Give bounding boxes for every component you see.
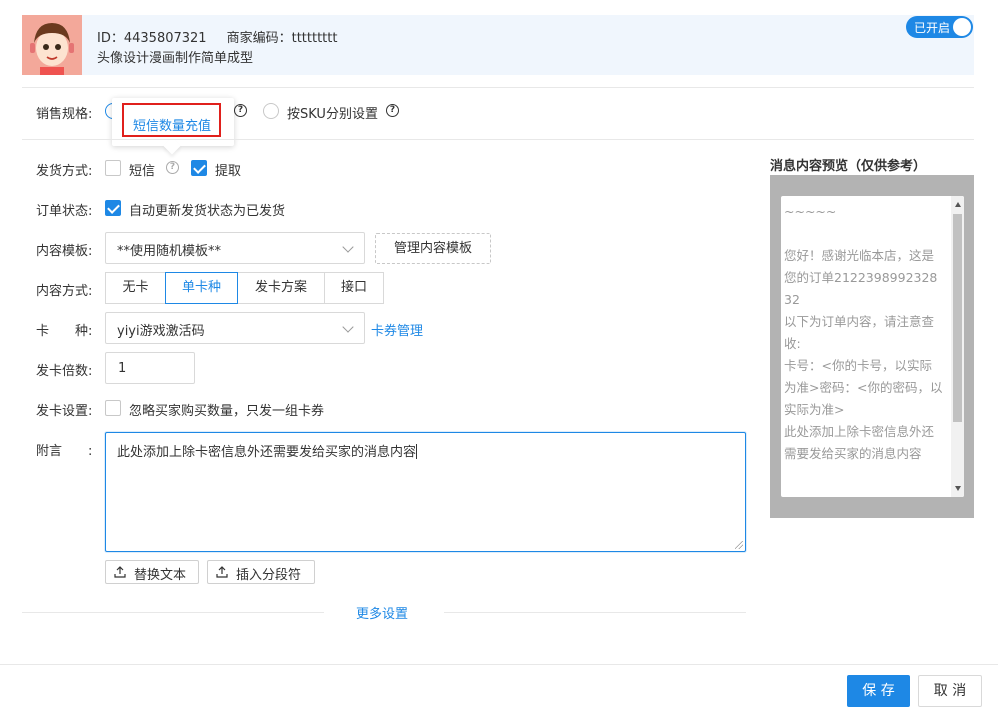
method-option-no-card[interactable]: 无卡 bbox=[105, 272, 166, 304]
preview-scrollbar[interactable] bbox=[951, 196, 964, 497]
merchant-code-label: 商家编码： bbox=[226, 31, 292, 46]
method-option-single-card[interactable]: 单卡种 bbox=[165, 272, 238, 304]
upload-icon bbox=[114, 566, 126, 578]
product-id-line: ID：4435807321 商家编码：ttttttttt bbox=[97, 27, 337, 46]
coupon-manage-link[interactable]: 卡券管理 bbox=[371, 320, 423, 339]
message-preview-text: ~~~~~ 您好！感谢光临本店，这是您的订单212239899232832 以下… bbox=[784, 204, 943, 461]
divider bbox=[22, 87, 974, 88]
card-type-value: yiyi游戏激活码 bbox=[117, 324, 205, 339]
divider bbox=[444, 612, 746, 613]
note-textarea[interactable]: 此处添加上除卡密信息外还需要发给买家的消息内容 bbox=[105, 432, 746, 552]
help-icon[interactable]: ? bbox=[234, 104, 247, 117]
method-option-api[interactable]: 接口 bbox=[324, 272, 384, 304]
sales-spec-label: 销售规格: bbox=[36, 107, 93, 122]
product-header: ID：4435807321 商家编码：ttttttttt 头像设计漫画制作简单成型… bbox=[22, 15, 974, 75]
chevron-down-icon bbox=[342, 321, 354, 333]
text-caret bbox=[416, 444, 418, 459]
insert-separator-button[interactable]: 插入分段符 bbox=[207, 560, 315, 584]
card-multiplier-input[interactable]: 1 bbox=[105, 352, 195, 384]
card-multiplier-value: 1 bbox=[118, 361, 127, 376]
content-template-label: 内容模板: bbox=[36, 244, 93, 259]
insert-separator-label: 插入分段符 bbox=[236, 568, 302, 583]
sms-label: 短信 bbox=[129, 164, 156, 179]
replace-text-button[interactable]: 替换文本 bbox=[105, 560, 199, 584]
product-name: 头像设计漫画制作简单成型 bbox=[97, 51, 254, 66]
card-type-select[interactable]: yiyi游戏激活码 bbox=[105, 312, 365, 344]
manage-template-button[interactable]: 管理内容模板 bbox=[375, 233, 491, 264]
status-toggle[interactable]: 已开启 bbox=[906, 16, 973, 38]
merchant-code-value: ttttttttt bbox=[291, 31, 338, 46]
note-value: 此处添加上除卡密信息外还需要发给买家的消息内容 bbox=[117, 445, 417, 460]
divider bbox=[22, 612, 324, 613]
chevron-down-icon bbox=[342, 241, 354, 253]
order-status-label: 订单状态: bbox=[36, 204, 93, 219]
id-value: 4435807321 bbox=[123, 31, 207, 46]
card-type-label: 卡 种: bbox=[36, 324, 93, 339]
cancel-button[interactable]: 取 消 bbox=[918, 675, 982, 707]
popover-arrow bbox=[163, 137, 181, 155]
upload-icon bbox=[216, 566, 228, 578]
message-preview-panel: ~~~~~ 您好！感谢光临本店，这是您的订单212239899232832 以下… bbox=[770, 175, 974, 518]
preview-title: 消息内容预览（仅供参考） bbox=[770, 159, 927, 174]
divider bbox=[22, 139, 974, 140]
sms-recharge-link[interactable]: 短信数量充值 bbox=[133, 115, 211, 134]
message-preview-box: ~~~~~ 您好！感谢光临本店，这是您的订单212239899232832 以下… bbox=[781, 196, 964, 497]
status-toggle-label: 已开启 bbox=[914, 21, 951, 35]
delivery-method-label: 发货方式: bbox=[36, 164, 93, 179]
footer-divider bbox=[0, 664, 998, 665]
card-settings-label: 发卡设置: bbox=[36, 404, 93, 419]
auto-update-label: 自动更新发货状态为已发货 bbox=[129, 204, 286, 219]
content-method-label: 内容方式: bbox=[36, 284, 93, 299]
pickup-checkbox[interactable] bbox=[191, 160, 207, 176]
scroll-down-arrow-icon[interactable] bbox=[955, 486, 961, 491]
content-template-value: **使用随机模板** bbox=[117, 244, 222, 259]
ignore-quantity-label: 忽略买家购买数量，只发一组卡券 bbox=[129, 404, 325, 419]
scroll-up-arrow-icon[interactable] bbox=[955, 202, 961, 207]
auto-update-checkbox[interactable] bbox=[105, 200, 121, 216]
sales-spec-sku-label: 按SKU分别设置 bbox=[287, 107, 378, 122]
content-template-select[interactable]: **使用随机模板** bbox=[105, 232, 365, 264]
sku-help-icon[interactable]: ? bbox=[386, 104, 399, 117]
avatar bbox=[22, 15, 82, 75]
toggle-knob bbox=[953, 18, 971, 36]
replace-text-label: 替换文本 bbox=[134, 568, 187, 583]
resize-grip-icon[interactable] bbox=[735, 541, 743, 549]
id-label: ID： bbox=[97, 31, 124, 46]
note-label: 附言 : bbox=[36, 444, 93, 459]
more-settings-link[interactable]: 更多设置 bbox=[356, 603, 408, 622]
note-text: 此处添加上除卡密信息外还需要发给买家的消息内容 bbox=[117, 441, 418, 460]
cartoon-avatar-icon bbox=[22, 15, 82, 75]
sms-checkbox[interactable] bbox=[105, 160, 121, 176]
sms-help-icon[interactable]: ? bbox=[166, 161, 179, 174]
pickup-label: 提取 bbox=[215, 164, 242, 179]
save-button[interactable]: 保 存 bbox=[847, 675, 910, 707]
card-multiplier-label: 发卡倍数: bbox=[36, 364, 93, 379]
ignore-quantity-checkbox[interactable] bbox=[105, 400, 121, 416]
sales-spec-sku-radio[interactable] bbox=[263, 103, 279, 119]
method-option-card-plan[interactable]: 发卡方案 bbox=[237, 272, 325, 304]
scrollbar-thumb[interactable] bbox=[953, 214, 962, 422]
